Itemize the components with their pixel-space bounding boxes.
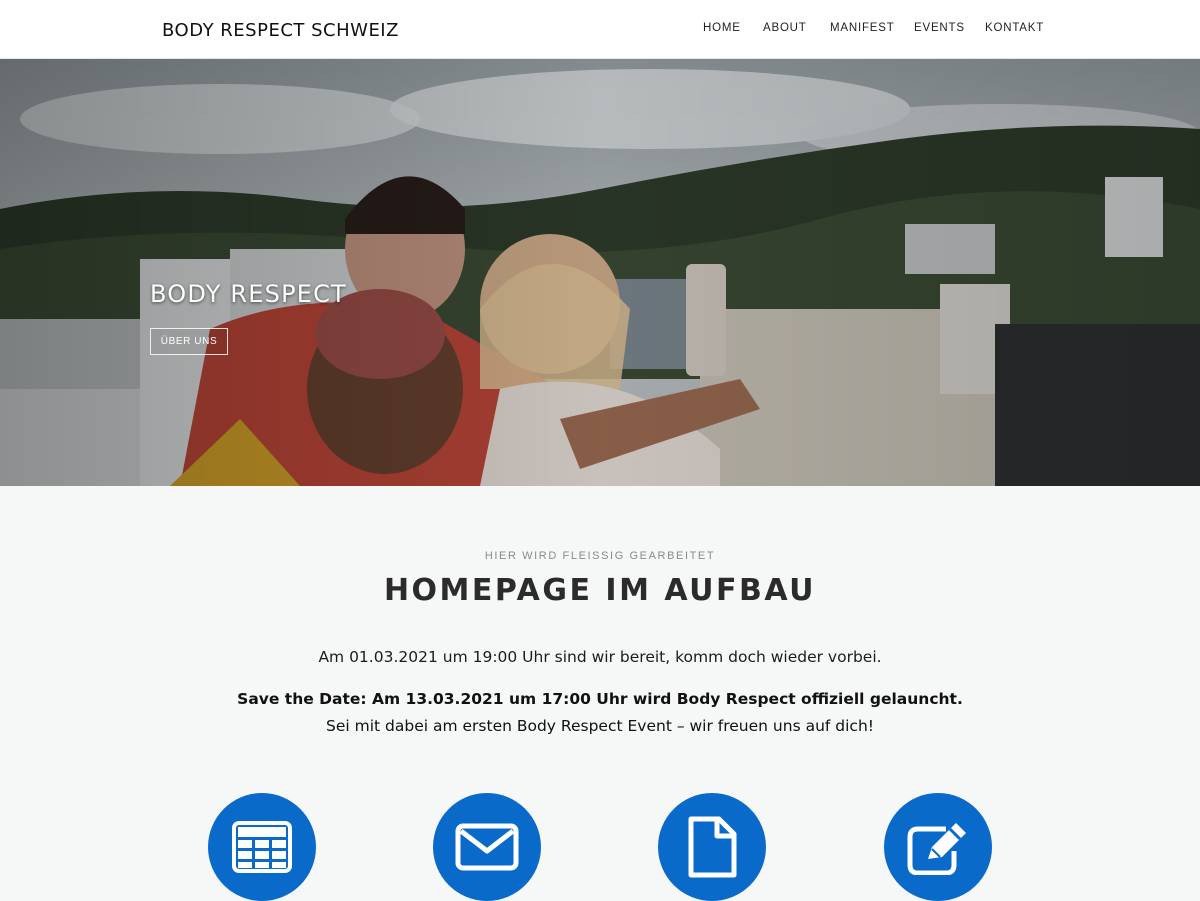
document-icon [688,816,737,878]
save-the-date-block: Save the Date: Am 13.03.2021 um 17:00 Uh… [0,686,1200,740]
edit-icon [907,823,966,875]
availability-text: Am 01.03.2021 um 19:00 Uhr sind wir bere… [318,648,882,666]
document-feature-button[interactable] [658,793,766,901]
nav-manifest[interactable]: MANIFEST [830,22,895,34]
save-the-date-text: Save the Date: Am 13.03.2021 um 17:00 Uh… [237,690,963,708]
content-section: HIER WIRD FLEISSIG GEARBEITET HOMEPAGE I… [0,486,1200,901]
edit-feature-button[interactable] [884,793,992,901]
about-us-button[interactable]: ÜBER UNS [150,328,228,355]
hero-banner: BODY RESPECT ÜBER UNS [0,59,1200,486]
main-navigation: HOME ABOUT MANIFEST EVENTS KONTAKT [0,22,1200,38]
hero-photo [0,59,1200,486]
section-eyebrow: HIER WIRD FLEISSIG GEARBEITET [484,550,716,562]
table-feature-button[interactable] [208,793,316,901]
site-header: BODY RESPECT SCHWEIZ HOME ABOUT MANIFEST… [0,0,1200,59]
invitation-text: Sei mit dabei am ersten Body Respect Eve… [326,717,874,735]
nav-home[interactable]: HOME [703,22,741,34]
table-icon [232,821,292,873]
contact-feature-button[interactable] [433,793,541,901]
envelope-icon [455,823,519,871]
nav-events[interactable]: EVENTS [914,22,965,34]
nav-kontakt[interactable]: KONTAKT [985,22,1044,34]
section-headline: HOMEPAGE IM AUFBAU [383,573,817,608]
hero-title: BODY RESPECT [150,280,347,308]
nav-about[interactable]: ABOUT [763,22,807,34]
